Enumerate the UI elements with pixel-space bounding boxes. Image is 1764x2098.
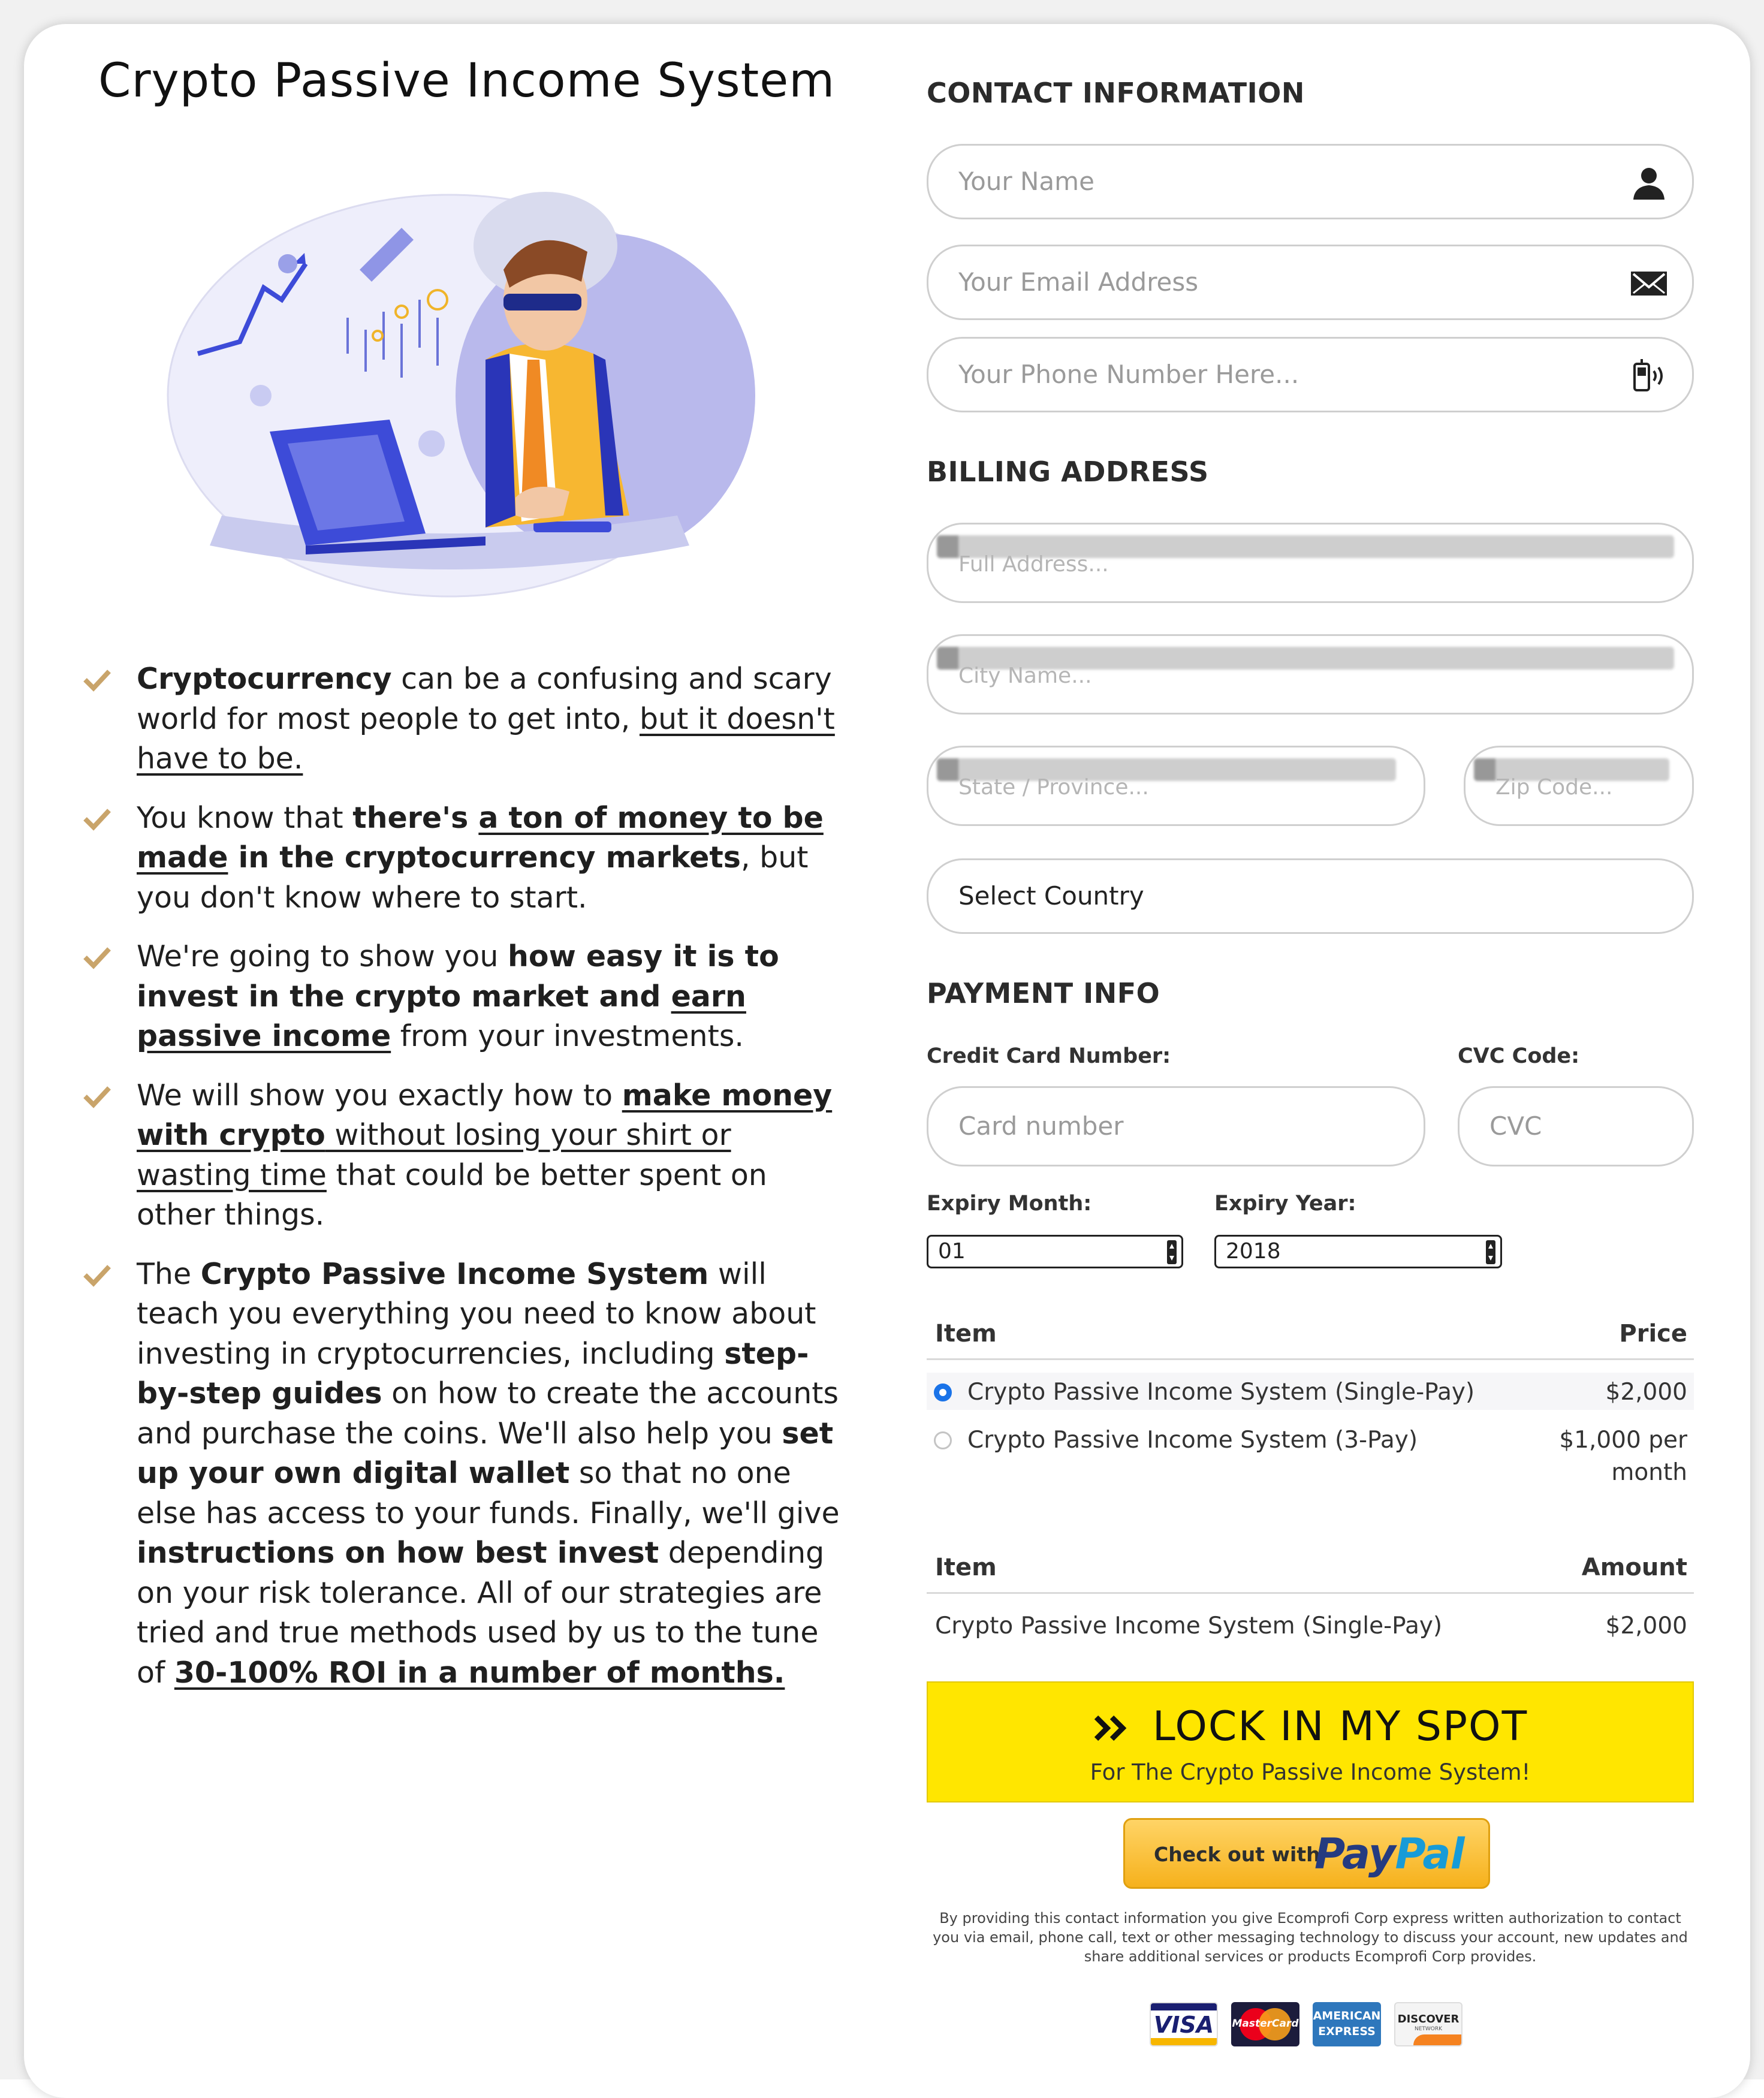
select-arrows-icon bbox=[1486, 1240, 1495, 1264]
country-value: Select Country bbox=[958, 881, 1144, 911]
phone-field[interactable]: Your Phone Number Here... bbox=[927, 337, 1694, 412]
benefit-item: We will show you exactly how to make mon… bbox=[78, 1076, 851, 1235]
mobile-phone-icon bbox=[1633, 359, 1663, 391]
benefit-text: from your investments. bbox=[391, 1019, 744, 1053]
benefit-text: Cryptocurrency bbox=[137, 662, 392, 696]
product-price-header: Price bbox=[1619, 1320, 1687, 1348]
product-price-line2: month bbox=[1611, 1459, 1687, 1486]
paypal-logo: PayPal bbox=[1314, 1829, 1465, 1879]
expiry-month-value: 01 bbox=[938, 1239, 966, 1264]
visa-logo: VISA bbox=[1150, 2002, 1218, 2046]
benefits-list: Cryptocurrency can be a confusing and sc… bbox=[78, 659, 851, 1712]
mastercard-logo: MasterCard bbox=[1231, 2002, 1299, 2046]
city-placeholder: City Name... bbox=[958, 664, 1092, 688]
paypal-logo-pal: Pal bbox=[1395, 1829, 1465, 1879]
billing-heading: BILLING ADDRESS bbox=[927, 456, 1209, 488]
expiry-year-label: Expiry Year: bbox=[1214, 1192, 1356, 1216]
card-number-input[interactable]: Card number bbox=[927, 1086, 1425, 1166]
lock-in-spot-button[interactable]: LOCK IN MY SPOT For The Crypto Passive I… bbox=[927, 1681, 1694, 1802]
address-field[interactable]: Full Address... bbox=[927, 523, 1694, 603]
summary-amount: $2,000 bbox=[1605, 1612, 1687, 1639]
contact-heading: CONTACT INFORMATION bbox=[927, 77, 1305, 109]
benefit-text: there's bbox=[352, 800, 479, 835]
amex-logo: AMERICAN EXPRESS bbox=[1313, 2002, 1381, 2046]
product-price-line1: $1,000 per bbox=[1559, 1427, 1687, 1454]
name-field[interactable]: Your Name bbox=[927, 144, 1694, 219]
envelope-icon bbox=[1631, 272, 1667, 296]
email-placeholder: Your Email Address bbox=[958, 267, 1199, 297]
state-field[interactable]: State / Province... bbox=[927, 746, 1425, 826]
cta-label: LOCK IN MY SPOT bbox=[1152, 1703, 1528, 1750]
benefit-item: You know that there's a ton of money to … bbox=[78, 798, 851, 918]
select-arrows-icon bbox=[1167, 1240, 1177, 1264]
check-icon bbox=[83, 1264, 111, 1287]
summary-item: Crypto Passive Income System (Single-Pay… bbox=[935, 1612, 1443, 1639]
double-chevron-right-icon bbox=[1094, 1715, 1127, 1741]
check-icon bbox=[83, 1086, 111, 1108]
card-number-label: Credit Card Number: bbox=[927, 1044, 1171, 1068]
benefit-item: We're going to show you how easy it is t… bbox=[78, 937, 851, 1057]
country-select[interactable]: Select Country bbox=[927, 858, 1694, 934]
name-placeholder: Your Name bbox=[958, 167, 1094, 196]
zip-placeholder: Zip Code... bbox=[1495, 775, 1613, 800]
radio-single-pay[interactable] bbox=[934, 1383, 952, 1401]
zip-field[interactable]: Zip Code... bbox=[1464, 746, 1694, 826]
benefit-text: You know that bbox=[137, 800, 353, 835]
radio-three-pay[interactable] bbox=[934, 1431, 952, 1449]
cta-sub: For The Crypto Passive Income System! bbox=[1090, 1759, 1531, 1785]
product-item-header: Item bbox=[935, 1320, 997, 1348]
city-field[interactable]: City Name... bbox=[927, 634, 1694, 715]
expiry-year-select[interactable]: 2018 bbox=[1214, 1235, 1502, 1268]
expiry-month-select[interactable]: 01 bbox=[927, 1235, 1183, 1268]
phone-placeholder: Your Phone Number Here... bbox=[958, 360, 1299, 389]
product-name: Crypto Passive Income System (Single-Pay… bbox=[967, 1379, 1475, 1406]
user-icon bbox=[1633, 168, 1665, 200]
benefit-text: in the cryptocurrency markets bbox=[228, 840, 741, 875]
table-divider bbox=[927, 1358, 1694, 1360]
check-icon bbox=[83, 808, 111, 831]
expiry-month-label: Expiry Month: bbox=[927, 1192, 1092, 1216]
benefit-text: instructions on how best invest bbox=[137, 1536, 659, 1570]
check-icon bbox=[83, 670, 111, 692]
summary-amount-header: Amount bbox=[1581, 1554, 1687, 1581]
cvc-placeholder: CVC bbox=[1489, 1111, 1542, 1141]
benefit-item: The Crypto Passive Income System will te… bbox=[78, 1255, 851, 1693]
state-placeholder: State / Province... bbox=[958, 775, 1149, 800]
paypal-checkout-button[interactable]: Check out with PayPal bbox=[1123, 1818, 1490, 1889]
benefit-text: The bbox=[137, 1256, 201, 1291]
crypto-investor-illustration bbox=[167, 192, 755, 598]
benefit-item: Cryptocurrency can be a confusing and sc… bbox=[78, 659, 851, 779]
product-price: $2,000 bbox=[1605, 1379, 1687, 1406]
benefit-text: 30-100% ROI in a number of months. bbox=[174, 1655, 785, 1690]
summary-item-header: Item bbox=[935, 1554, 997, 1581]
discover-logo: DISCOVER NETWORK bbox=[1394, 2002, 1463, 2046]
expiry-year-value: 2018 bbox=[1226, 1239, 1281, 1264]
table-divider bbox=[927, 1592, 1694, 1594]
check-icon bbox=[83, 947, 111, 969]
legal-disclaimer: By providing this contact information yo… bbox=[933, 1910, 1688, 1965]
benefit-text: We're going to show you bbox=[137, 939, 508, 973]
payment-heading: PAYMENT INFO bbox=[927, 977, 1160, 1009]
cta-main: LOCK IN MY SPOT bbox=[928, 1703, 1693, 1750]
cvc-label: CVC Code: bbox=[1458, 1044, 1580, 1068]
benefit-text: We will show you exactly how to bbox=[137, 1078, 622, 1113]
cvc-input[interactable]: CVC bbox=[1458, 1086, 1694, 1166]
address-placeholder: Full Address... bbox=[958, 552, 1109, 577]
benefit-text: Crypto Passive Income System bbox=[200, 1256, 709, 1291]
email-field[interactable]: Your Email Address bbox=[927, 245, 1694, 320]
product-name: Crypto Passive Income System (3-Pay) bbox=[967, 1427, 1418, 1454]
paypal-prefix: Check out with bbox=[1154, 1843, 1320, 1866]
card-number-placeholder: Card number bbox=[958, 1111, 1124, 1141]
page-title: Crypto Passive Income System bbox=[98, 54, 836, 108]
paypal-logo-pay: Pay bbox=[1314, 1829, 1396, 1879]
